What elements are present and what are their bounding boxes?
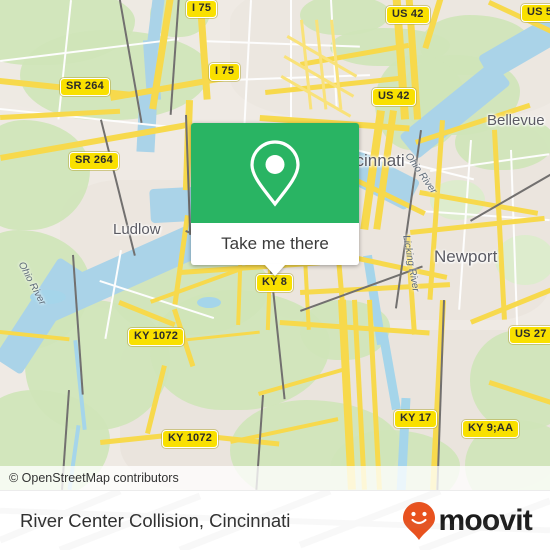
route-shield: US 5 <box>521 4 550 22</box>
osm-attribution: © OpenStreetMap contributors <box>0 466 550 490</box>
moovit-smiley-pin-icon <box>403 501 436 540</box>
route-shield: KY 1072 <box>128 328 185 346</box>
destination-card[interactable]: Take me there <box>191 123 359 276</box>
destination-card-body <box>191 123 359 223</box>
moovit-logo: moovit <box>402 501 533 541</box>
park-area <box>20 30 210 120</box>
route-shield: KY 9;AA <box>462 420 520 438</box>
take-me-there-button[interactable]: Take me there <box>191 223 359 265</box>
moovit-wordmark: moovit <box>438 503 532 537</box>
map-pin-icon <box>250 140 300 207</box>
place-label: Bellevue <box>487 112 545 129</box>
route-shield: I 75 <box>186 0 218 18</box>
bottom-bar: River Center Collision, Cincinnati moovi… <box>0 490 550 550</box>
route-shield: KY 8 <box>256 274 294 292</box>
place-label: Ludlow <box>113 221 161 238</box>
card-pointer-tail <box>264 264 286 276</box>
route-shield: I 75 <box>209 63 241 81</box>
route-shield: SR 264 <box>69 152 119 170</box>
place-label: Newport <box>434 247 498 266</box>
route-shield: KY 1072 <box>162 430 219 448</box>
route-shield: US 42 <box>372 88 416 106</box>
route-shield: US 27 <box>509 326 550 344</box>
route-shield: SR 264 <box>60 78 110 96</box>
location-title: River Center Collision, Cincinnati <box>20 509 291 531</box>
route-shield: US 42 <box>386 6 430 24</box>
pond-water <box>197 297 221 308</box>
route-shield: KY 17 <box>394 410 438 428</box>
map-screen: Bellevue Ludlow Newport Cincinnati Ohio Riv… <box>0 0 550 550</box>
